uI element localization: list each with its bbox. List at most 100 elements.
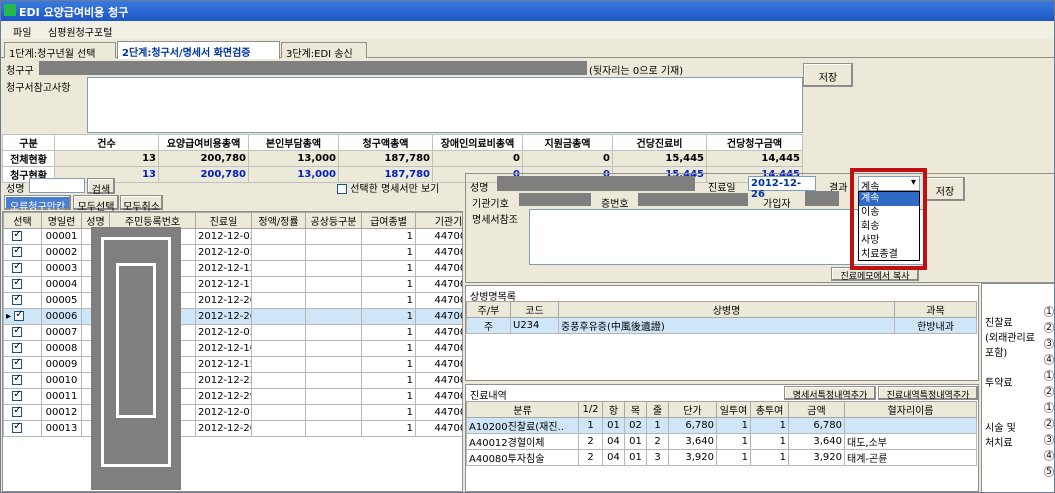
checkbox-icon[interactable] [12,406,23,417]
benefit-kind-cell: 1 [361,244,416,261]
redacted-detail-name [497,176,695,191]
checkbox-icon[interactable] [12,342,23,353]
statement-row[interactable]: 00007 2012-12-05 14470000 [3,324,462,341]
checkbox-icon[interactable] [12,230,23,241]
checkbox-icon[interactable] [12,422,23,433]
select-cell[interactable] [3,244,42,261]
rate-cell [251,308,306,325]
treatment-row[interactable]: A40080투자침술 2 04 01 3 3,920 1 1 3,920 태계-곤륜 [466,449,977,466]
result-dropdown-list: 계속 이송 회송 사망 치료종결 [858,191,920,261]
statement-row[interactable]: 00013 2012-12-20 14470000 [3,420,462,437]
treatment-cell: 6,780 [788,417,845,434]
checkbox-icon[interactable] [12,326,23,337]
title-bar: EDI 요양급여비용 청구 [1,1,1054,21]
serial-cell: 00013 [41,420,82,437]
statement-row[interactable]: 00009 2012-12-15 14470000 [3,356,462,373]
checkbox-icon[interactable] [12,262,23,273]
checkbox-icon[interactable] [14,310,25,321]
col-header: 명일련 [41,212,82,229]
checkbox-icon[interactable] [12,278,23,289]
left-search-button[interactable]: 검색 [87,178,115,196]
serial-cell: 00004 [41,276,82,293]
menu-file[interactable]: 파일 [13,24,31,39]
inst-label: 기관기호 [472,199,509,210]
rate-cell [251,324,306,341]
select-cell[interactable] [3,404,42,421]
dropdown-option[interactable]: 회송 [859,220,919,234]
select-all-button[interactable]: 모두선택 [73,195,119,213]
dropdown-option[interactable]: 이송 [859,206,919,220]
select-cell[interactable] [3,228,42,245]
treatment-row[interactable]: A40012경혈이체 2 04 01 2 3,640 1 1 3,640 대도,소부 [466,433,977,450]
statement-row[interactable]: 00008 2012-12-10 14470000 [3,340,462,357]
tab-step3[interactable]: 3단계:EDI 송신 [281,42,367,60]
only-selected-checkbox[interactable]: 선택한 명세서만 보기 [337,180,439,195]
app-window: EDI 요양급여비용 청구 파일 심평원청구포털 1단계:청구년월 선택 2단계… [0,0,1055,493]
select-cell[interactable] [3,388,42,405]
detail-date-field[interactable]: 2012-12-26 [748,176,816,200]
treatment-table: 분류 1/2 항 목 줄 단가 일투여 총투여 금액 혈자리이름 A10200진찰료(재진.. 1 0… [466,401,977,466]
select-cell[interactable]: ▸ [3,308,42,325]
statement-row[interactable]: 00003 2012-12-12 14470000 [3,260,462,277]
statement-row[interactable]: ▸ 00006 2012-12-26 14470000 [3,308,462,325]
rate-cell [251,244,306,261]
tab-step1[interactable]: 1단계:청구년월 선택 [4,42,116,60]
statement-row[interactable]: 00004 2012-12-17 14470000 [3,276,462,293]
statement-row[interactable]: 00005 2012-12-20 14470000 [3,292,462,309]
select-cell[interactable] [3,420,42,437]
claim-save-button[interactable]: 저장 [803,63,853,87]
date-cell: 2012-12-01 [195,404,252,421]
diagnosis-row[interactable]: 주 U234 중풍후유증(中風後遺證) 한방내과 [466,317,977,334]
checkbox-icon[interactable] [12,374,23,385]
menu-portal[interactable]: 심평원청구포털 [48,24,112,39]
select-cell[interactable] [3,324,42,341]
checkbox-icon[interactable] [12,246,23,257]
select-cell[interactable] [3,372,42,389]
select-cell[interactable] [3,260,42,277]
fee-category-label: 시술 및 처치료 [985,423,1016,449]
dropdown-option[interactable]: 계속 [859,192,919,206]
claim-memo-input[interactable] [87,77,803,133]
serial-cell: 00011 [41,388,82,405]
date-cell: 2012-12-10 [195,340,252,357]
tab-step2[interactable]: 2단계:청구서/명세서 화면검증 [117,41,280,59]
col-header: 목 [624,401,647,418]
detail-save-button[interactable]: 저장 [925,177,965,201]
add-statement-item-button[interactable]: 명세서특정내역추가 [784,386,876,401]
checkbox-icon[interactable] [12,294,23,305]
serial-cell: 00008 [41,340,82,357]
checkbox-icon[interactable] [12,358,23,369]
serial-cell: 00007 [41,324,82,341]
summary-cell: 200,780 [158,150,249,167]
date-cell: 2012-12-29 [195,388,252,405]
add-treatment-item-button[interactable]: 진료내역특정내역추가 [878,386,978,401]
select-cell[interactable] [3,340,42,357]
rate-cell [251,372,306,389]
date-cell: 2012-12-05 [195,244,252,261]
statement-header-row: 선택 명일련 성명 주민등록번호 진료일 정액/정률 공상등구분 급여종별 기관기 [3,212,462,229]
treatment-cell: 3,640 [788,433,845,450]
dropdown-option[interactable]: 사망 [859,234,919,248]
col-header: 분류 [466,401,579,418]
statement-row[interactable]: 00002 2012-12-05 14470000 [3,244,462,261]
serial-cell: 00001 [41,228,82,245]
statement-row[interactable]: 00001 2012-12-03 14470000 [3,228,462,245]
select-cell[interactable] [3,356,42,373]
step-tabs: 1단계:청구년월 선택 2단계:청구서/명세서 화면검증 3단계:EDI 송신 [1,41,1054,60]
institution-cell: 4470000 [415,260,462,277]
dropdown-option[interactable]: 치료종결 [859,248,919,262]
left-name-input[interactable] [29,178,85,193]
col-header: 일투여 [716,401,751,418]
error-only-button[interactable]: 오류청구만칸 [4,195,71,213]
col-header: 공상등구분 [305,212,362,229]
checkbox-icon[interactable] [337,184,347,194]
statement-row[interactable]: 00010 2012-12-25 14470000 [3,372,462,389]
select-cell[interactable] [3,292,42,309]
statement-row[interactable]: 00011 2012-12-29 14470000 [3,388,462,405]
deselect-all-button[interactable]: 모두취소 [120,195,163,213]
treatment-cell: 1 [716,449,751,466]
treatment-row[interactable]: A10200진찰료(재진.. 1 01 02 1 6,780 1 1 6,780 [466,417,977,434]
select-cell[interactable] [3,276,42,293]
statement-row[interactable]: 00012 2012-12-01 14470000 [3,404,462,421]
checkbox-icon[interactable] [12,390,23,401]
